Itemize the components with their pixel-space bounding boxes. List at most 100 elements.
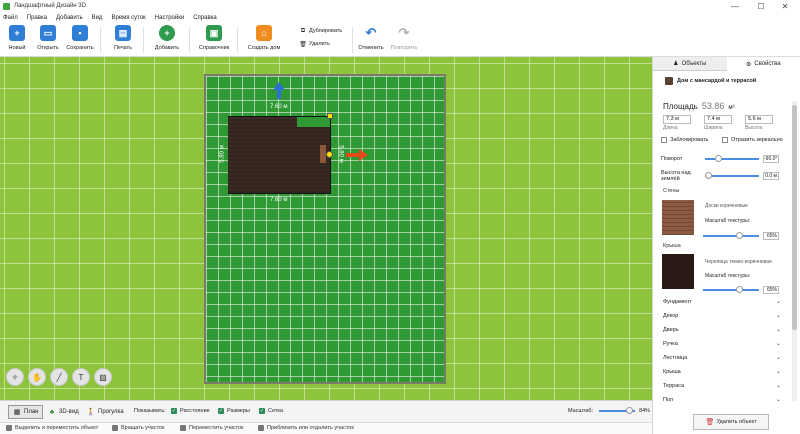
mirror-checkbox-box (722, 137, 728, 143)
elevation-slider[interactable] (705, 172, 759, 179)
save-button[interactable]: ▪ Сохранить (62, 25, 98, 51)
chevron-down-icon: ⌄ (775, 313, 781, 319)
section-roof[interactable]: Крыша ⌄ (663, 368, 781, 376)
walls-scale-value[interactable]: 65% (763, 232, 779, 240)
rotate-icon (112, 425, 118, 431)
delete-button[interactable]: 🗑 Удалить (299, 41, 330, 48)
height-field[interactable]: 5.6 м (745, 115, 773, 124)
menu-help[interactable]: Справка (193, 15, 217, 21)
menu-edit[interactable]: Правка (27, 15, 47, 21)
section-handle-label: Ручка (663, 340, 678, 347)
menu-file[interactable]: Файл (3, 15, 18, 21)
section-floor[interactable]: Пол ⌄ (663, 396, 781, 404)
undo-button[interactable]: ↶ Отменить (353, 25, 389, 51)
minimize-button[interactable]: — (726, 0, 744, 12)
compass-icon[interactable]: ✧ (6, 368, 24, 386)
view-plan-label: План (24, 409, 39, 415)
mirror-label: Отразить зеркально (731, 137, 783, 143)
grid-checkbox[interactable]: ✓ Сетка (259, 408, 283, 414)
menu-view[interactable]: Вид (92, 15, 103, 21)
status-hint-select: Выделить и переместить объект (6, 425, 98, 431)
chevron-down-icon: ⌄ (775, 355, 781, 361)
area-unit: м² (728, 105, 735, 111)
undo-icon: ↶ (365, 25, 377, 40)
app-logo-icon (3, 2, 10, 10)
roof-scale-knob[interactable] (735, 286, 743, 293)
section-terrace[interactable]: Терраса ⌄ (663, 382, 781, 390)
panel-scrollbar[interactable] (792, 101, 797, 401)
walls-texture-name: Доски коричневые (705, 203, 748, 209)
tab-properties[interactable]: ⚙ Свойства (726, 57, 800, 71)
duplicate-label: Дублировать (309, 28, 343, 34)
house-notch (297, 117, 330, 127)
section-stairs-label: Лестница (663, 354, 688, 361)
zoom-slider-knob[interactable] (626, 407, 634, 414)
new-icon: + (9, 25, 25, 41)
duplicate-button[interactable]: ⧉ Дублировать (300, 28, 343, 35)
toolbar-separator (143, 27, 144, 53)
length-field[interactable]: 7.3 м (663, 115, 691, 124)
zoom-slider[interactable] (599, 407, 636, 414)
gear-icon: ⚙ (745, 61, 752, 68)
house-object[interactable] (228, 117, 330, 193)
menu-settings[interactable]: Настройки (155, 15, 184, 21)
height-caption: Высота (745, 125, 763, 131)
move-right-arrow-icon[interactable] (359, 149, 368, 161)
section-door[interactable]: Дверь ⌄ (663, 326, 781, 334)
close-button[interactable]: ✕ (776, 0, 794, 12)
width-caption: Ширина (704, 125, 723, 131)
roof-texture-swatch[interactable] (662, 254, 694, 289)
move-up-arrow-shaft (277, 89, 281, 99)
toolbar-separator (189, 27, 190, 53)
walls-scale-slider[interactable] (703, 232, 759, 239)
delete-object-label: Удалить объект (716, 419, 757, 425)
maximize-button[interactable]: ☐ (752, 0, 770, 12)
rotation-slider[interactable] (705, 155, 759, 162)
menu-time-of-day[interactable]: Время суток (111, 15, 145, 21)
hand-icon[interactable]: ✋ (28, 368, 46, 386)
open-button[interactable]: ▭ Открыть (30, 25, 66, 51)
tab-objects-label: Объекты (681, 60, 707, 67)
status-hint-rotate: Вращать участок (112, 425, 165, 431)
create-house-button[interactable]: ⌂ Создать дом (246, 25, 282, 51)
reference-button[interactable]: ▣ Справочник (196, 25, 232, 51)
add-button[interactable]: + Добавить (149, 25, 185, 51)
mirror-checkbox[interactable]: Отразить зеркально (722, 137, 783, 143)
roof-scale-value[interactable]: 65% (763, 286, 779, 294)
section-handle[interactable]: Ручка ⌄ (663, 340, 781, 348)
rotation-slider-knob[interactable] (715, 155, 722, 162)
menu-add[interactable]: Добавить (56, 15, 83, 21)
zoom-label: Масштаб: (568, 408, 594, 414)
section-decor[interactable]: Декор ⌄ (663, 312, 781, 320)
dimension-top: 7.60 м (270, 104, 288, 110)
resize-handle[interactable] (327, 113, 333, 119)
delete-object-button[interactable]: 🗑 Удалить объект (693, 414, 769, 430)
image-icon[interactable]: ▨ (94, 368, 112, 386)
tab-objects[interactable]: ♟ Объекты (653, 57, 727, 71)
grid-label: Сетка (268, 408, 283, 414)
print-button[interactable]: ▤ Печать (105, 25, 141, 51)
scrollbar-thumb[interactable] (792, 105, 797, 330)
center-handle[interactable] (326, 151, 333, 158)
roof-scale-row: 65% (703, 286, 779, 294)
ruler-icon[interactable]: ╱ (50, 368, 68, 386)
section-foundation[interactable]: Фундамент ⌄ (663, 298, 781, 306)
redo-button[interactable]: ↷ Повторить (386, 25, 422, 51)
elevation-slider-knob[interactable] (705, 172, 712, 179)
distance-checkbox[interactable]: ✓ Расстояние (171, 408, 210, 414)
section-stairs[interactable]: Лестница ⌄ (663, 354, 781, 362)
sizes-checkbox[interactable]: ✓ Размеры (218, 408, 250, 414)
text-icon[interactable]: T (72, 368, 90, 386)
rotation-value[interactable]: -90.0° (763, 155, 779, 163)
rotation-row: Поворот -90.0° (661, 155, 779, 163)
elevation-value[interactable]: 0.0 м (763, 172, 779, 180)
lock-checkbox[interactable]: Заблокировать (661, 137, 708, 143)
roof-scale-slider[interactable] (703, 286, 759, 293)
walls-scale-knob[interactable] (735, 232, 743, 239)
view-3d-button[interactable]: ♣ 3D-вид (44, 405, 83, 419)
walls-texture-swatch[interactable] (662, 200, 694, 235)
chevron-down-icon: ⌄ (775, 383, 781, 389)
width-field[interactable]: 7.4 м (704, 115, 732, 124)
view-walk-button[interactable]: 🚶 Прогулка (83, 405, 128, 419)
view-plan-button[interactable]: ▦ План (8, 405, 44, 419)
